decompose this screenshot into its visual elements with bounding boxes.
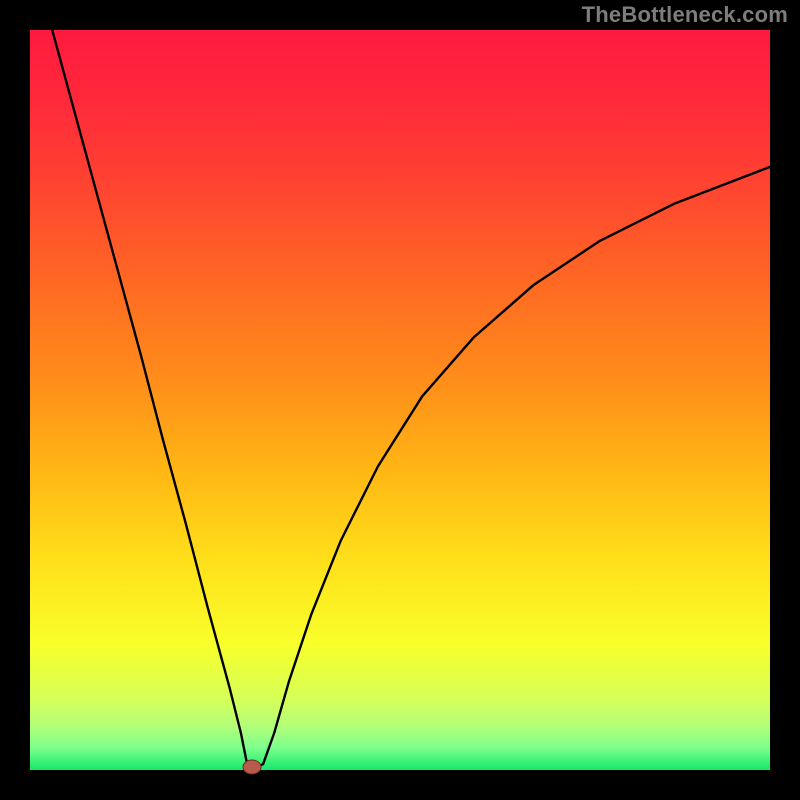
plot-background — [30, 30, 770, 770]
watermark-text: TheBottleneck.com — [582, 2, 788, 28]
chart-container: TheBottleneck.com — [0, 0, 800, 800]
bottleneck-curve-chart — [0, 0, 800, 800]
optimum-marker — [243, 760, 261, 774]
